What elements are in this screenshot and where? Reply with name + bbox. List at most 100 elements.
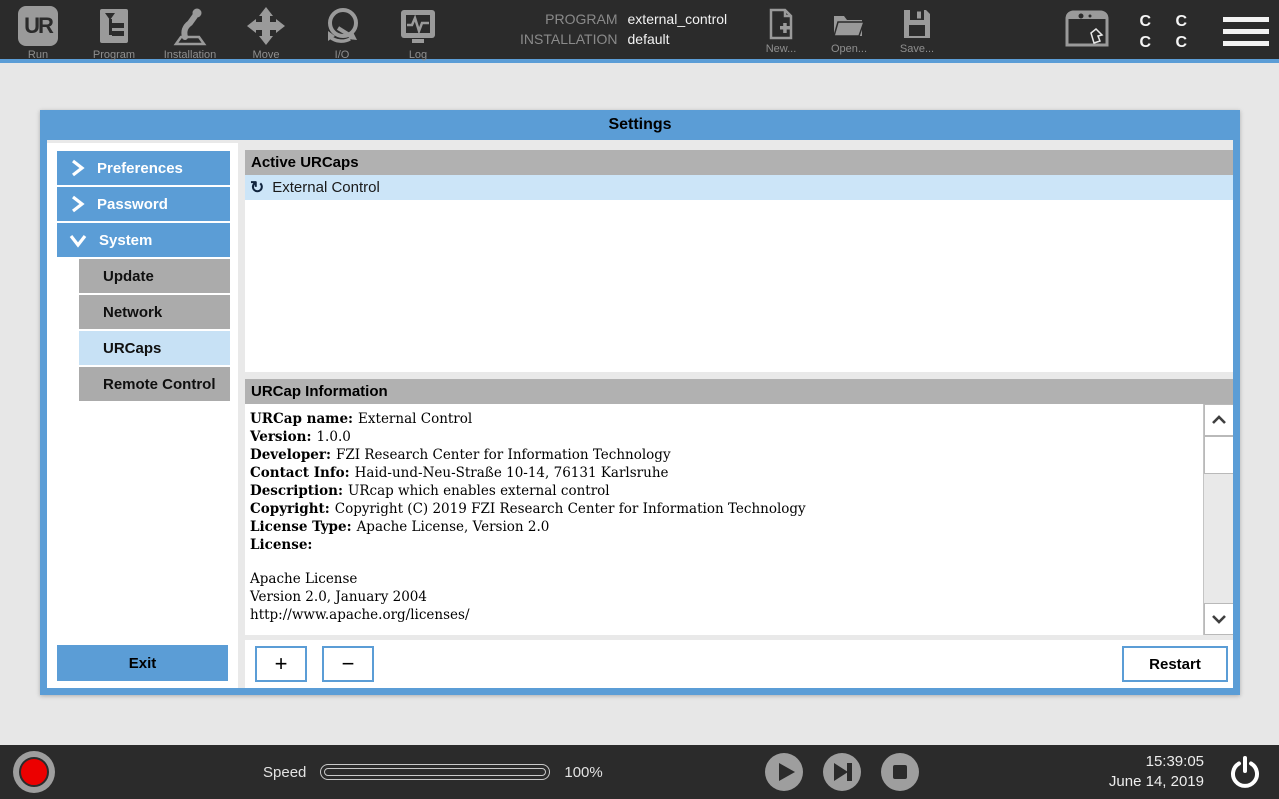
urcap-item-label: External Control [272,179,380,196]
sidebar-item-preferences[interactable]: Preferences [57,151,230,185]
sidebar-preferences-label: Preferences [97,160,183,177]
field-label: URCap name: [250,411,353,427]
add-urcap-button[interactable]: + [255,646,307,682]
sidebar-item-remote-control[interactable]: Remote Control [79,367,230,401]
power-icon [1226,754,1264,792]
stop-icon [881,753,919,791]
dialog-title: Settings [47,110,1233,140]
mode-indicator-row1: C C [1139,11,1197,32]
date-display: June 14, 2019 [1109,772,1204,792]
step-forward-icon [823,753,861,791]
header-right-cluster: C C C C [1061,0,1269,63]
active-urcaps-panel: Active URCaps ↻ External Control [245,150,1233,372]
new-button[interactable]: New... [760,8,802,55]
info-scrollbar[interactable] [1203,404,1233,635]
program-label: PROGRAM [520,11,618,27]
license-line: http://www.apache.org/licenses/ [250,606,1193,624]
save-button-label: Save... [900,43,934,55]
restart-button[interactable]: Restart [1122,646,1228,682]
sidebar-urcaps-label: URCaps [103,340,161,357]
tab-program-label: Program [93,49,135,61]
field-value: 1.0.0 [316,429,350,445]
log-monitor-icon [397,4,439,48]
stop-button[interactable] [881,753,919,791]
field-value: Apache License, Version 2.0 [357,519,550,535]
settings-dialog: Settings Preferences Password System Upd… [40,110,1240,695]
power-button[interactable] [1225,753,1265,793]
move-arrows-icon [245,4,287,48]
file-actions: New... Open... Save... [760,8,938,55]
sidebar-update-label: Update [103,268,154,285]
transport-controls [765,753,919,791]
tab-io-label: I/O [335,49,350,61]
open-folder-icon [832,8,866,40]
sidebar-system-label: System [99,232,152,249]
sidebar-item-system[interactable]: System [57,223,230,257]
program-installation-info: PROGRAM external_control INSTALLATION de… [520,11,727,47]
chevron-down-icon [69,232,87,248]
urcap-info-text: URCap name: External Control Version: 1.0.… [245,404,1233,624]
field-value: FZI Research Center for Information Tech… [336,447,671,463]
speed-slider-fill [324,768,546,776]
field-label: Version: [250,429,311,445]
field-label: Copyright: [250,501,330,517]
urcap-info-header: URCap Information [245,379,1233,404]
new-file-icon [767,8,795,40]
top-header-bar: UR Run Program Installation Move I/O [0,0,1279,63]
urcap-info-panel: URCap Information URCap name: External Co… [245,379,1233,635]
scrollbar-thumb[interactable] [1204,436,1233,474]
scroll-down-button[interactable] [1204,603,1233,635]
chevron-up-icon [1211,415,1227,425]
remove-urcap-button[interactable]: − [322,646,374,682]
field-value: Copyright (C) 2019 FZI Research Center f… [335,501,806,517]
open-button[interactable]: Open... [828,8,870,55]
installation-label: INSTALLATION [520,31,618,47]
mode-indicator: C C C C [1139,11,1197,53]
touch-pendant-icon[interactable] [1061,7,1113,56]
urcap-button-strip: + − Restart [245,640,1233,688]
license-line: Version 2.0, January 2004 [250,588,1193,606]
sidebar-item-network[interactable]: Network [79,295,230,329]
play-icon [765,753,803,791]
urcap-info-body: URCap name: External Control Version: 1.0.… [245,404,1233,635]
chevron-right-icon [69,159,85,177]
sidebar-item-urcaps[interactable]: URCaps [79,331,230,365]
field-label: License Type: [250,519,352,535]
speed-control: Speed 100% [263,745,603,799]
tab-installation-label: Installation [164,49,217,61]
sidebar-password-label: Password [97,196,168,213]
step-button[interactable] [823,753,861,791]
exit-button[interactable]: Exit [57,645,228,681]
mode-indicator-row2: C C [1139,32,1197,53]
tab-log[interactable]: Log [388,4,448,61]
active-urcaps-header: Active URCaps [245,150,1233,175]
tab-run[interactable]: UR Run [8,4,68,61]
urcap-list-item-external-control[interactable]: ↻ External Control [245,175,1233,200]
robot-status-indicator[interactable] [13,751,55,793]
scroll-up-button[interactable] [1204,404,1233,436]
license-line: Apache License [250,570,1193,588]
speed-slider[interactable] [320,764,550,780]
sidebar-item-password[interactable]: Password [57,187,230,221]
field-value: External Control [358,411,472,427]
installation-value: default [628,31,728,47]
hamburger-menu-icon[interactable] [1223,17,1269,46]
tab-io[interactable]: I/O [312,4,372,61]
tab-program[interactable]: Program [84,4,144,61]
sidebar-item-update[interactable]: Update [79,259,230,293]
tab-run-label: Run [28,49,48,61]
footer-bar: Speed 100% 15:39:05 June 14, 2019 [0,745,1279,799]
save-button[interactable]: Save... [896,8,938,55]
clock: 15:39:05 June 14, 2019 [1109,752,1204,792]
tab-installation[interactable]: Installation [160,4,220,61]
field-label: License: [250,537,312,553]
refresh-icon: ↻ [250,179,264,196]
sidebar-remote-control-label: Remote Control [103,376,216,393]
save-floppy-icon [902,8,932,40]
new-button-label: New... [766,43,797,55]
tab-move[interactable]: Move [236,4,296,61]
play-button[interactable] [765,753,803,791]
program-icon [94,4,134,48]
speed-label: Speed [263,764,306,781]
tab-move-label: Move [253,49,280,61]
